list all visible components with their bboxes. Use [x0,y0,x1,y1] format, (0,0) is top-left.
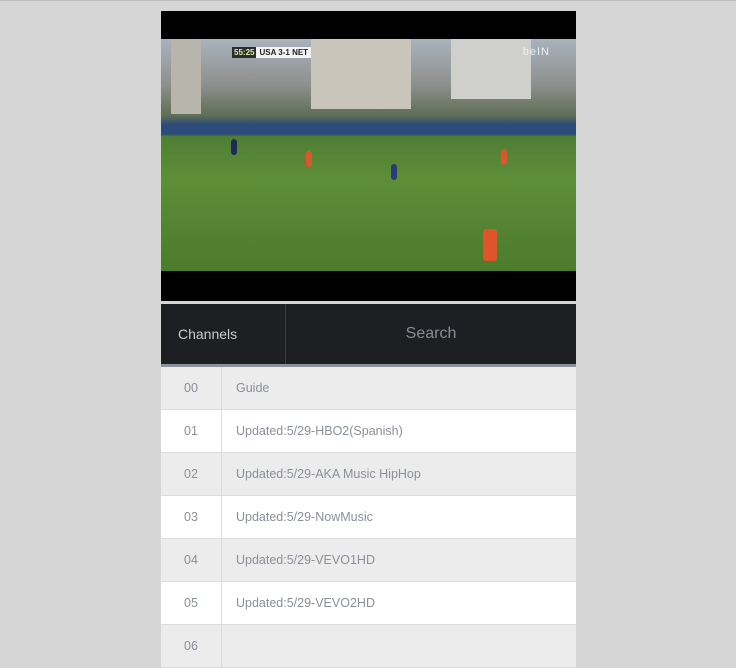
channel-name: Updated:5/29-VEVO1HD [236,553,375,567]
broadcaster-logo: beIN [522,46,550,58]
channel-row[interactable]: 05 Updated:5/29-VEVO2HD [161,582,576,625]
player [391,164,397,180]
player [483,229,497,261]
channel-number: 05 [161,582,222,624]
channel-number: 01 [161,410,222,452]
player [306,151,312,167]
channel-name [222,625,236,667]
channel-number: 02 [161,453,222,495]
channel-header: Channels Search [161,304,576,367]
channel-row[interactable]: 02 Updated:5/29-AKA Music HipHop [161,453,576,496]
channel-row[interactable]: 01 Updated:5/29-HBO2(Spanish) [161,410,576,453]
channel-list: 00 Guide 01 Updated:5/29-HBO2(Spanish) 02 Upd… [161,367,576,668]
channel-name: Updated:5/29-AKA Music HipHop [236,467,421,481]
building [451,39,531,99]
channel-number: 06 [161,625,222,667]
match-clock: 55:25 [232,47,257,58]
channel-number: 04 [161,539,222,581]
score-overlay: 55:25 USA 3-1 NET [232,47,312,58]
channel-row[interactable]: 03 Updated:5/29-NowMusic [161,496,576,539]
app-container: 55:25 USA 3-1 NET beIN Channels Search 0… [161,11,576,668]
match-score: USA 3-1 NET [256,47,312,58]
channel-name: Updated:5/29-HBO2(Spanish) [236,424,403,438]
video-frame[interactable]: 55:25 USA 3-1 NET beIN [161,39,576,271]
video-player[interactable]: 55:25 USA 3-1 NET beIN [161,11,576,301]
channel-name: Updated:5/29-NowMusic [236,510,373,524]
channel-name: Updated:5/29-VEVO2HD [236,596,375,610]
channel-name: Guide [236,381,270,395]
channel-number: 03 [161,496,222,538]
channel-row[interactable]: 06 [161,625,576,668]
channel-row[interactable]: 04 Updated:5/29-VEVO1HD [161,539,576,582]
player [501,149,507,165]
search-button[interactable]: Search [286,304,576,364]
building [171,39,201,114]
channels-tab[interactable]: Channels [161,304,286,364]
building [311,39,411,109]
channel-number: 00 [161,367,222,409]
channel-row[interactable]: 00 Guide [161,367,576,410]
player [231,139,237,155]
